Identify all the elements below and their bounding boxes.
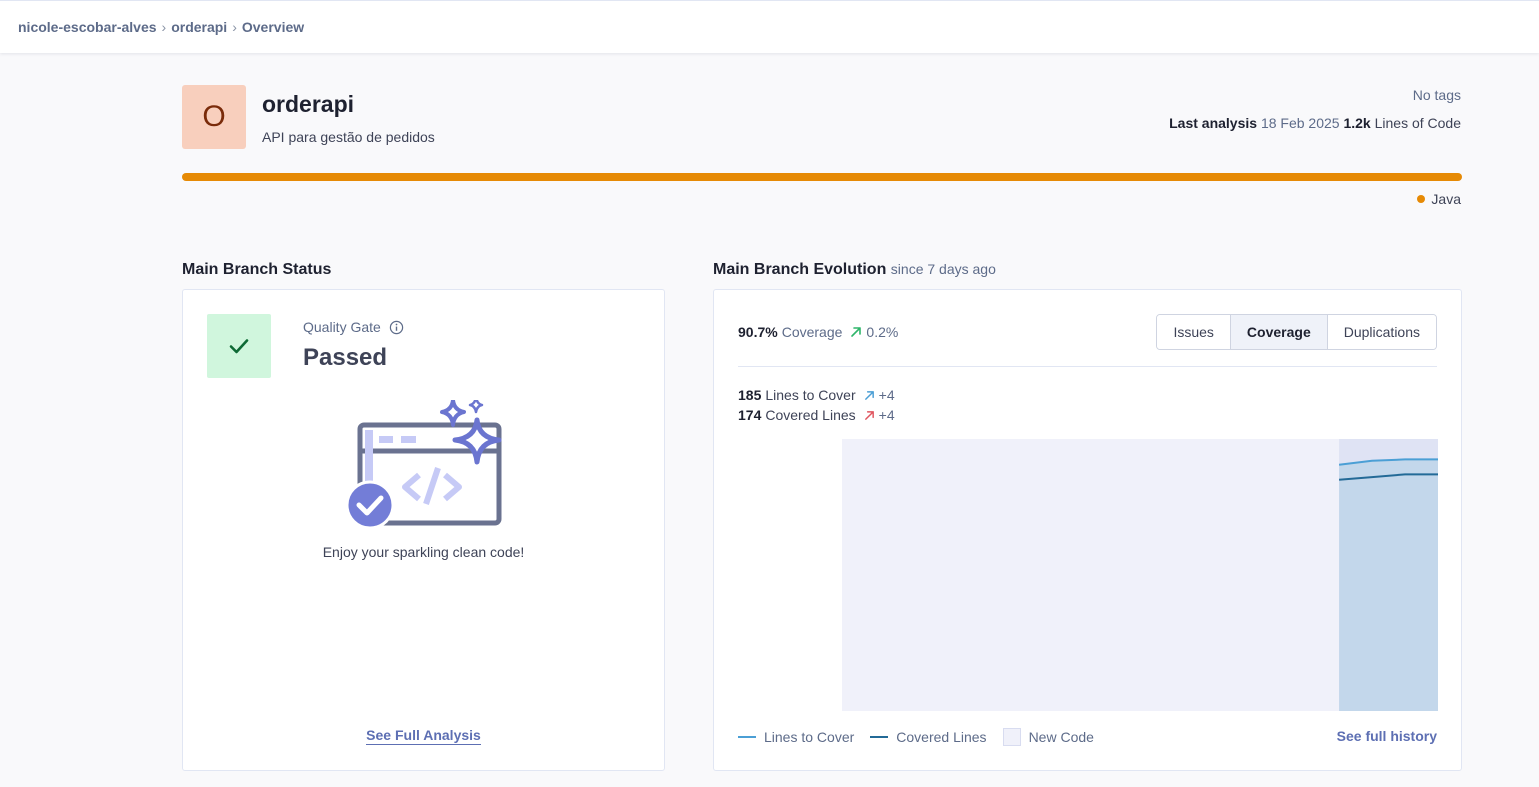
lines-to-cover-value: 185 bbox=[738, 387, 762, 403]
legend-covered-lines-label: Covered Lines bbox=[896, 729, 987, 745]
covered-lines-label: Covered Lines bbox=[765, 407, 856, 423]
breadcrumb: nicole-escobar-alves › orderapi › Overvi… bbox=[0, 0, 1539, 53]
evolution-title-text: Main Branch Evolution bbox=[713, 261, 887, 278]
breadcrumb-separator: › bbox=[232, 19, 237, 35]
quality-gate-label-row: Quality Gate bbox=[303, 319, 404, 335]
project-avatar: O bbox=[182, 85, 246, 149]
coverage-value: 90.7% bbox=[738, 324, 778, 340]
main-branch-status-card: Quality Gate Passed Enjoy your sparkling… bbox=[182, 289, 665, 771]
main-branch-evolution-card: 90.7% Coverage 0.2% Issues Coverage Dupl… bbox=[713, 289, 1462, 771]
loc-value: 1.2k bbox=[1343, 115, 1371, 131]
legend-new-code-label: New Code bbox=[1028, 729, 1094, 745]
arrow-up-right-icon bbox=[851, 327, 862, 337]
see-full-analysis-link[interactable]: See Full Analysis bbox=[366, 727, 481, 745]
covered-lines-row: 174 Covered Lines +4 bbox=[738, 405, 895, 425]
arrow-up-right-icon bbox=[864, 410, 874, 420]
coverage-label: Coverage bbox=[781, 324, 843, 340]
sparkling-code-illustration bbox=[345, 400, 502, 530]
project-tags[interactable]: No tags bbox=[1413, 87, 1461, 103]
info-icon[interactable] bbox=[389, 320, 404, 335]
lines-to-cover-row: 185 Lines to Cover +4 bbox=[738, 385, 895, 405]
evolution-since: since 7 days ago bbox=[890, 261, 996, 277]
tab-duplications[interactable]: Duplications bbox=[1326, 315, 1436, 349]
legend-new-code: New Code bbox=[1002, 728, 1094, 746]
tab-issues[interactable]: Issues bbox=[1157, 315, 1230, 349]
project-description: API para gestão de pedidos bbox=[262, 129, 435, 145]
main-branch-status-title: Main Branch Status bbox=[182, 261, 332, 278]
chart-legend: Lines to Cover Covered Lines New Code bbox=[738, 728, 1110, 746]
legend-lines-to-cover-label: Lines to Cover bbox=[764, 729, 855, 745]
lines-to-cover-label: Lines to Cover bbox=[765, 387, 856, 403]
see-full-analysis-row: See Full Analysis bbox=[183, 727, 664, 745]
lines-to-cover-area bbox=[1339, 459, 1438, 711]
coverage-evolution-chart bbox=[842, 439, 1438, 711]
metric-selector: Issues Coverage Duplications bbox=[1156, 314, 1437, 350]
language-legend: Java bbox=[1417, 191, 1461, 207]
loc-label: Lines of Code bbox=[1374, 115, 1461, 131]
quality-gate-status-box bbox=[207, 314, 271, 378]
covered-lines-value: 174 bbox=[738, 407, 762, 423]
legend-covered-lines: Covered Lines bbox=[870, 729, 987, 745]
legend-lines-to-cover: Lines to Cover bbox=[738, 729, 854, 745]
breadcrumb-project[interactable]: orderapi bbox=[171, 19, 227, 35]
language-dot-icon bbox=[1417, 195, 1426, 203]
quality-gate-value: Passed bbox=[303, 344, 388, 371]
clean-code-message: Enjoy your sparkling clean code! bbox=[322, 544, 525, 560]
see-full-history-link[interactable]: See full history bbox=[1337, 728, 1437, 744]
main-branch-evolution-title: Main Branch Evolution since 7 days ago bbox=[713, 261, 996, 279]
lines-to-cover-delta: +4 bbox=[878, 387, 895, 403]
arrow-up-right-icon bbox=[864, 390, 874, 400]
language-distribution-bar bbox=[182, 173, 1462, 181]
project-title: orderapi bbox=[262, 91, 355, 117]
breadcrumb-overview[interactable]: Overview bbox=[242, 19, 304, 35]
quality-gate-label: Quality Gate bbox=[303, 319, 381, 335]
legend-box-icon bbox=[1002, 728, 1021, 746]
language-name: Java bbox=[1431, 191, 1461, 207]
last-analysis: Last analysis 18 Feb 2025 1.2k Lines of … bbox=[1169, 115, 1461, 131]
last-analysis-label: Last analysis bbox=[1169, 115, 1258, 131]
legend-line-icon bbox=[738, 736, 756, 738]
coverage-summary: 90.7% Coverage 0.2% bbox=[738, 324, 898, 340]
covered-lines-delta: +4 bbox=[878, 407, 895, 423]
legend-line-icon bbox=[870, 736, 889, 738]
section-divider bbox=[738, 366, 1437, 367]
breadcrumb-organization[interactable]: nicole-escobar-alves bbox=[18, 19, 157, 35]
last-analysis-date: 18 Feb 2025 bbox=[1260, 115, 1340, 131]
tab-coverage[interactable]: Coverage bbox=[1229, 315, 1327, 349]
check-icon bbox=[229, 339, 249, 354]
coverage-measures: 185 Lines to Cover +4 174 Covered Lines … bbox=[738, 385, 895, 425]
coverage-delta: 0.2% bbox=[866, 324, 899, 340]
breadcrumb-separator: › bbox=[161, 19, 167, 35]
